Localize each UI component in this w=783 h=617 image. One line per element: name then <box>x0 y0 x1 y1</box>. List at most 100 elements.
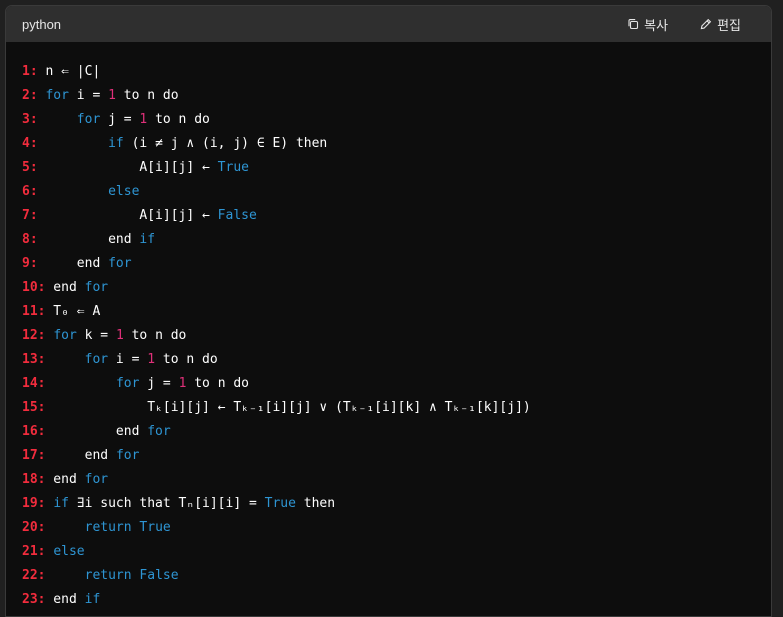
line-number: 4: <box>22 136 38 151</box>
code-line: 1: n ⇐ |C| <box>22 60 771 84</box>
line-number: 9: <box>22 256 38 271</box>
code-text: to n do <box>115 88 179 103</box>
line-number: 10: <box>22 280 46 295</box>
copy-icon <box>627 18 639 30</box>
keyword-token: else <box>108 184 140 199</box>
code-text: A[i][j] ← <box>37 160 218 175</box>
code-line: 17: end for <box>22 444 771 468</box>
code-text: end <box>45 280 85 295</box>
code-block: python 복사 편집 1: n ⇐ |C| 2: for i = 1 to … <box>5 5 772 617</box>
code-text: Tₖ[i][j] ← Tₖ₋₁[i][j] ∨ (Tₖ₋₁[i][k] ∧ Tₖ… <box>45 400 531 415</box>
keyword-token: True <box>264 496 296 511</box>
line-number: 2: <box>22 88 38 103</box>
edit-label: 편집 <box>717 17 741 33</box>
code-text: k = <box>76 328 116 343</box>
number-token: 1 <box>147 352 156 367</box>
code-line: 21: else <box>22 540 771 564</box>
code-text: n ⇐ |C| <box>37 64 101 79</box>
code-text: to n do <box>147 112 210 127</box>
line-number: 14: <box>22 376 46 391</box>
code-line: 11: T₀ ⇐ A <box>22 300 771 324</box>
line-number: 17: <box>22 448 46 463</box>
keyword-token: for <box>84 352 109 367</box>
code-text: (i ≠ j ∧ (i, j) ∈ E) then <box>123 136 328 151</box>
code-line: 13: for i = 1 to n do <box>22 348 771 372</box>
code-text: end <box>37 232 140 247</box>
keyword-token: for <box>53 328 77 343</box>
line-number: 20: <box>22 520 46 535</box>
line-number: 19: <box>22 496 46 511</box>
code-text: j = <box>100 112 140 127</box>
code-text: A[i][j] ← <box>37 208 218 223</box>
keyword-token: return False <box>84 568 179 583</box>
code-line: 22: return False <box>22 564 771 588</box>
code-line: 8: end if <box>22 228 771 252</box>
code-line: 12: for k = 1 to n do <box>22 324 771 348</box>
code-line: 19: if ∃i such that Tₙ[i][i] = True then <box>22 492 771 516</box>
code-text: to n do <box>155 352 218 367</box>
line-number: 16: <box>22 424 46 439</box>
keyword-token: False <box>217 208 257 223</box>
line-number: 18: <box>22 472 46 487</box>
line-number: 22: <box>22 568 46 583</box>
edit-button[interactable]: 편집 <box>700 15 741 34</box>
code-text: end <box>45 448 116 463</box>
line-number: 5: <box>22 160 38 175</box>
language-label: python <box>22 16 62 32</box>
copy-button[interactable]: 복사 <box>627 15 668 34</box>
code-text: end <box>45 472 85 487</box>
keyword-token: return True <box>84 520 171 535</box>
code-text: ∃i such that Tₙ[i][i] = <box>68 496 265 511</box>
line-number: 6: <box>22 184 38 199</box>
line-number: 8: <box>22 232 38 247</box>
code-line: 2: for i = 1 to n do <box>22 84 771 108</box>
code-text: i = <box>68 88 109 103</box>
code-line: 14: for j = 1 to n do <box>22 372 771 396</box>
keyword-token: for <box>76 112 101 127</box>
code-text: T₀ ⇐ A <box>45 304 101 319</box>
keyword-token: if <box>108 136 124 151</box>
keyword-token: for <box>45 88 69 103</box>
code-line: 5: A[i][j] ← True <box>22 156 771 180</box>
line-number: 21: <box>22 544 46 559</box>
code-line: 16: end for <box>22 420 771 444</box>
code-text: i = <box>108 352 148 367</box>
line-number: 12: <box>22 328 46 343</box>
line-number: 11: <box>22 304 46 319</box>
code-text: end <box>45 592 85 607</box>
keyword-token: for <box>108 256 132 271</box>
line-number: 23: <box>22 592 46 607</box>
keyword-token: for <box>84 280 109 295</box>
code-text: end <box>45 424 148 439</box>
keyword-token: if <box>53 496 69 511</box>
code-text: end <box>37 256 109 271</box>
keyword-token: for <box>147 424 171 439</box>
keyword-token: if <box>139 232 156 247</box>
code-line: 7: A[i][j] ← False <box>22 204 771 228</box>
code-content: 1: n ⇐ |C| 2: for i = 1 to n do 3: for j =… <box>6 42 771 612</box>
line-number: 13: <box>22 352 46 367</box>
code-line: 20: return True <box>22 516 771 540</box>
code-text: to n do <box>123 328 187 343</box>
line-number: 1: <box>22 64 38 79</box>
line-number: 3: <box>22 112 38 127</box>
keyword-token: for <box>115 448 140 463</box>
code-line: 15: Tₖ[i][j] ← Tₖ₋₁[i][j] ∨ (Tₖ₋₁[i][k] … <box>22 396 771 420</box>
pencil-icon <box>700 18 712 30</box>
keyword-token: else <box>53 544 85 559</box>
line-number: 15: <box>22 400 46 415</box>
code-line: 6: else <box>22 180 771 204</box>
code-line: 23: end if <box>22 588 771 612</box>
keyword-token: for <box>84 472 109 487</box>
code-text: to n do <box>186 376 250 391</box>
number-token: 1 <box>115 328 124 343</box>
code-line: 9: end for <box>22 252 771 276</box>
code-actions: 복사 편집 <box>627 15 741 34</box>
